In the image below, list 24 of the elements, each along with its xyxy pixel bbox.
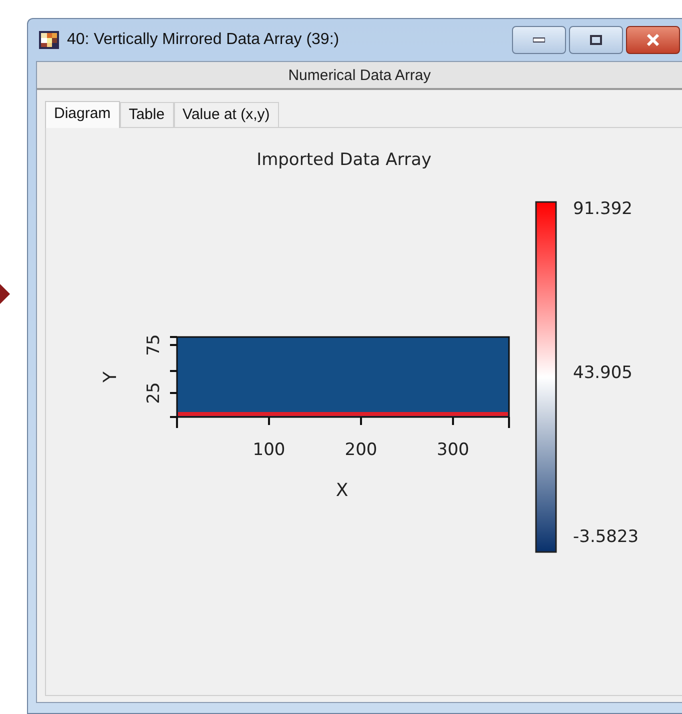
tab[interactable]: Diagram	[45, 101, 120, 128]
colorbar-label: 91.392	[573, 199, 632, 219]
y-tick-label: 25	[144, 382, 164, 404]
plot-title: Imported Data Array	[256, 150, 432, 170]
x-tick-label: 100	[252, 440, 286, 460]
close-icon	[646, 34, 660, 46]
maximize-icon	[590, 35, 602, 45]
arrow-icon	[0, 284, 10, 304]
tab[interactable]: Table	[120, 102, 174, 127]
app-icon	[39, 31, 59, 49]
x-axis-label: X	[336, 480, 348, 501]
tab[interactable]: Value at (x,y)	[174, 102, 279, 127]
y-axis-label: Y	[100, 372, 121, 382]
colorbar-label: -3.5823	[573, 527, 639, 547]
x-tick-label: 300	[436, 440, 470, 460]
x-tick-label: 200	[344, 440, 378, 460]
close-button[interactable]	[626, 26, 680, 54]
window-title: 40: Vertically Mirrored Data Array (39:)	[67, 31, 340, 49]
y-tick-label: 75	[144, 334, 164, 356]
header-title: Numerical Data Array	[288, 66, 431, 84]
minimize-button[interactable]	[512, 26, 566, 54]
maximize-button[interactable]	[569, 26, 623, 54]
minimize-icon	[533, 37, 545, 43]
colorbar-label: 43.905	[573, 363, 632, 383]
